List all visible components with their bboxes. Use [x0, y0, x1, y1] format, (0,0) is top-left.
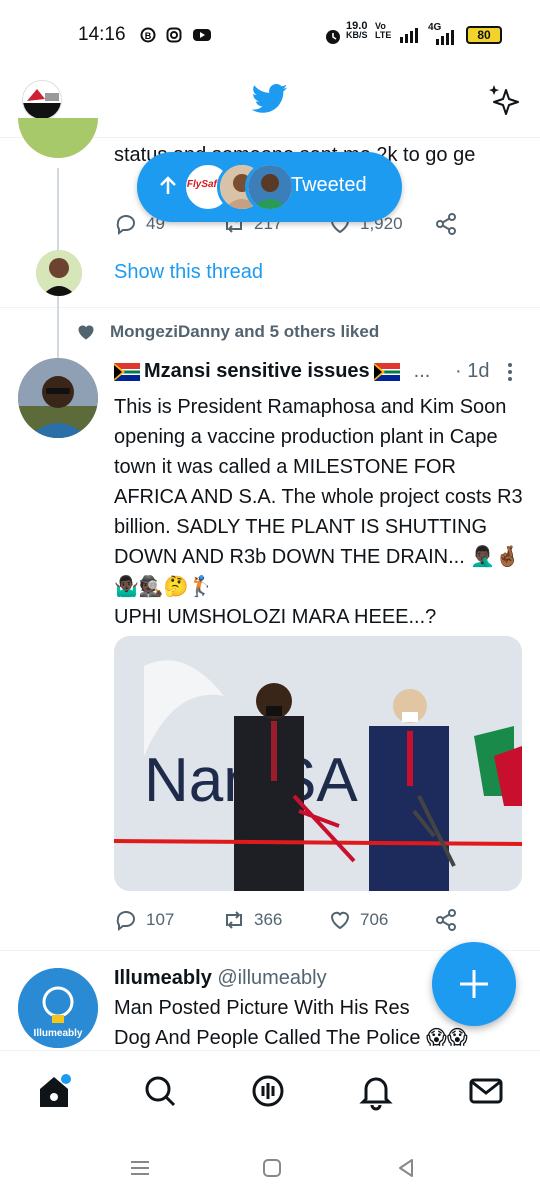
author-handle: @illumeably	[217, 967, 327, 989]
tweet-main[interactable]: MongeziDanny and 5 others liked Mzansi s…	[0, 308, 540, 951]
volte-indicator: Vo LTE	[375, 21, 392, 40]
avatar[interactable]	[18, 118, 98, 158]
home-circle-icon[interactable]	[260, 1156, 284, 1180]
author-name[interactable]: Illumeably @illumeably	[114, 967, 327, 990]
bottom-nav	[0, 1050, 540, 1140]
like-count: 706	[360, 910, 389, 929]
home-icon[interactable]	[34, 1071, 74, 1111]
like-button[interactable]: 706	[328, 908, 388, 932]
share-button[interactable]	[434, 212, 458, 236]
reply-icon	[116, 911, 135, 931]
profile-avatar[interactable]	[22, 80, 62, 120]
avatar-label: Illumeably	[34, 1028, 83, 1039]
youtube-icon	[193, 29, 211, 41]
spaces-icon[interactable]	[248, 1071, 288, 1111]
notifications-icon[interactable]	[356, 1071, 396, 1111]
battery-icon: 80	[466, 26, 502, 44]
avatar[interactable]	[18, 358, 98, 438]
status-bar: 14:16 B 19.0 KB/S Vo LTE 4G 80	[0, 0, 540, 70]
name-ellipsis: ...	[413, 360, 431, 382]
messages-icon[interactable]	[466, 1071, 506, 1111]
tweet-time[interactable]: · 1d	[455, 360, 489, 383]
tweet-body: This is President Ramaphosa and Kim Soon…	[114, 392, 524, 632]
search-icon[interactable]	[140, 1071, 180, 1111]
retweet-icon	[226, 911, 242, 929]
pill-avatar-3	[245, 162, 295, 212]
tweet-body-text: This is President Ramaphosa and Kim Soon…	[114, 396, 523, 598]
arrow-up-icon	[160, 176, 176, 194]
author-name-text: Illumeably	[114, 967, 212, 989]
tweet-actions: 107 366 706	[114, 908, 514, 936]
back-icon[interactable]	[394, 1156, 418, 1180]
compose-tweet-button[interactable]	[432, 942, 516, 1026]
social-context: MongeziDanny and 5 others liked	[76, 320, 516, 344]
share-icon	[436, 909, 456, 931]
b-circle-icon: B	[140, 27, 156, 43]
plus-icon	[460, 970, 488, 998]
share-icon	[436, 213, 456, 235]
share-button[interactable]	[434, 908, 458, 932]
sparkle-icon[interactable]	[486, 82, 522, 118]
signal-icon-2	[436, 30, 454, 45]
author-name-text: Mzansi sensitive issues	[144, 360, 370, 382]
recents-icon[interactable]	[128, 1156, 152, 1180]
heart-icon	[330, 911, 350, 930]
retweet-button[interactable]: 366	[222, 908, 282, 932]
tweet-media-image[interactable]: NantSA	[114, 636, 522, 891]
more-options-icon[interactable]	[506, 362, 514, 382]
signal-icon	[400, 28, 418, 43]
avatar[interactable]: Illumeably	[18, 968, 98, 1048]
heart-filled-icon	[78, 325, 94, 340]
net-speed: 19.0 KB/S	[346, 20, 368, 40]
south-africa-flag-icon	[373, 362, 400, 381]
show-thread-link[interactable]: Show this thread	[114, 261, 263, 284]
social-context-text: MongeziDanny and 5 others liked	[110, 322, 380, 341]
thread-avatar[interactable]	[36, 250, 82, 296]
tweet-body-text: Man Posted Picture With His Res	[114, 997, 410, 1019]
new-tweets-pill[interactable]: FlySafair Tweeted	[137, 152, 402, 222]
twitter-bird-icon[interactable]	[252, 84, 288, 114]
reply-button[interactable]: 107	[114, 908, 174, 932]
reply-icon	[116, 215, 135, 235]
tweet-body-text-2: Dog And People Called The Police 😱😱	[114, 1027, 468, 1049]
svg-text:B: B	[145, 31, 152, 41]
author-name[interactable]: Mzansi sensitive issues ...	[114, 360, 430, 383]
south-africa-flag-icon	[114, 362, 140, 381]
pill-label: Tweeted	[291, 174, 367, 196]
system-nav-bar	[0, 1140, 540, 1200]
reply-count: 107	[146, 910, 175, 929]
alarm-icon	[326, 30, 340, 44]
tweet-body-text-2: UPHI UMSHOLOZI MARA HEEE...?	[114, 606, 437, 628]
retweet-count: 366	[254, 910, 283, 929]
instagram-icon	[166, 27, 182, 43]
status-time: 14:16	[78, 24, 126, 45]
